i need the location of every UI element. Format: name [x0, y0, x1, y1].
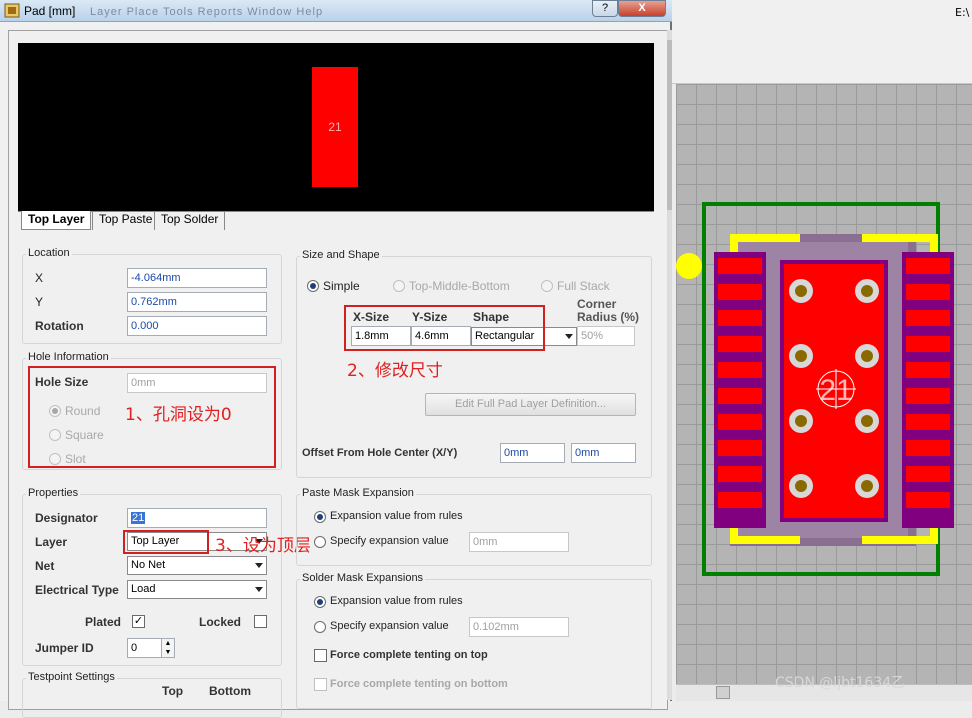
location-title: Location — [26, 247, 72, 259]
dialog-title: Pad [mm] — [24, 4, 76, 18]
hole-size-input[interactable]: 0mm — [127, 373, 267, 393]
full-stack-label: Full Stack — [557, 279, 610, 293]
top-middle-bottom-radio[interactable] — [393, 280, 405, 292]
properties-title: Properties — [26, 487, 81, 499]
preview-pad-shape: 21 — [312, 67, 358, 187]
solder-specify-label: Specify expansion value — [330, 620, 449, 632]
offset-label: Offset From Hole Center (X/Y) — [302, 447, 458, 459]
chevron-down-icon — [255, 563, 263, 568]
rotation-input[interactable]: 0.000 — [127, 316, 267, 336]
paste-mask-group — [296, 494, 652, 566]
round-label: Round — [65, 404, 101, 418]
y-input[interactable]: 0.762mm — [127, 292, 267, 312]
square-radio[interactable] — [49, 429, 61, 441]
round-radio[interactable] — [49, 405, 61, 417]
slot-label: Slot — [65, 452, 86, 466]
locked-checkbox[interactable] — [254, 615, 267, 628]
plated-label: Plated — [85, 615, 122, 629]
slot-radio[interactable] — [49, 453, 61, 465]
paste-from-rules-label: Expansion value from rules — [330, 510, 463, 522]
corner-radius-input[interactable]: 50% — [577, 326, 635, 346]
designator-value: 21 — [131, 512, 146, 524]
layer-label: Layer — [35, 535, 68, 549]
offset-x-input[interactable]: 0mm — [500, 443, 565, 463]
tent-top-label: Force complete tenting on top — [330, 649, 488, 661]
offset-y-input[interactable]: 0mm — [571, 443, 636, 463]
help-button[interactable]: ? — [592, 0, 618, 17]
background-menu-ghost: Layer Place Tools Reports Window Help — [90, 6, 324, 18]
hole-size-label: Hole Size — [35, 375, 89, 389]
tent-bottom-checkbox[interactable] — [314, 678, 327, 691]
x-label: X — [35, 271, 44, 285]
plated-checkbox[interactable]: ✓ — [132, 615, 145, 628]
jumper-spinner[interactable]: ▲ ▼ — [161, 638, 175, 658]
testpoint-title: Testpoint Settings — [26, 671, 117, 683]
paste-specify-input[interactable]: 0mm — [469, 532, 569, 552]
solder-specify-input[interactable]: 0.102mm — [469, 617, 569, 637]
y-label: Y — [35, 295, 44, 309]
full-stack-radio[interactable] — [541, 280, 553, 292]
annotation-box-size — [344, 305, 545, 351]
top-middle-bottom-label: Top-Middle-Bottom — [409, 279, 510, 293]
simple-radio[interactable] — [307, 280, 319, 292]
designator-label: Designator — [35, 511, 98, 525]
rotation-label: Rotation — [35, 319, 84, 333]
tab-top-solder[interactable]: Top Solder — [154, 211, 226, 230]
designator-input[interactable]: 21 — [127, 508, 267, 528]
simple-label: Simple — [323, 279, 360, 293]
radius-label: Radius (%) — [577, 310, 640, 324]
tent-bottom-label: Force complete tenting on bottom — [330, 678, 508, 690]
annotation-box-layer — [123, 530, 209, 554]
tent-top-checkbox[interactable] — [314, 649, 327, 662]
close-button[interactable]: X — [618, 0, 666, 17]
watermark: CSDN @ljbt1634乙 — [775, 675, 906, 691]
testpoint-bottom-label: Bottom — [209, 684, 251, 698]
x-input[interactable]: -4.064mm — [127, 268, 267, 288]
solder-from-rules-radio[interactable] — [314, 596, 326, 608]
tab-top-paste[interactable]: Top Paste — [92, 211, 158, 230]
hole-annotation: 1、孔洞设为0 — [125, 405, 232, 425]
electrical-type-value: Load — [131, 583, 156, 595]
solder-mask-title: Solder Mask Expansions — [300, 572, 426, 584]
square-label: Square — [65, 428, 104, 442]
paste-specify-label: Specify expansion value — [330, 535, 449, 547]
edit-full-pad-layer-button[interactable]: Edit Full Pad Layer Definition... — [425, 393, 636, 416]
jumper-id-label: Jumper ID — [35, 641, 94, 655]
editor-toolbar — [670, 0, 972, 84]
electrical-type-select[interactable]: Load — [127, 580, 267, 599]
size-shape-title: Size and Shape — [300, 249, 382, 261]
testpoint-top-label: Top — [162, 684, 184, 698]
path-text: E:\ — [955, 6, 970, 19]
tab-top-layer[interactable]: Top Layer — [21, 211, 92, 230]
paste-specify-radio[interactable] — [314, 536, 326, 548]
paste-mask-title: Paste Mask Expansion — [300, 487, 416, 499]
scroll-thumb[interactable] — [716, 686, 730, 699]
locked-label: Locked — [199, 615, 242, 629]
net-label: Net — [35, 559, 55, 573]
pad-app-icon — [4, 3, 20, 18]
solder-specify-radio[interactable] — [314, 621, 326, 633]
electrical-type-label: Electrical Type — [35, 583, 119, 597]
dialog-scroll-thumb[interactable] — [667, 40, 672, 210]
corner-label: Corner — [577, 297, 617, 311]
paste-from-rules-radio[interactable] — [314, 511, 326, 523]
pcb-footprint[interactable]: 21 — [676, 84, 972, 684]
size-annotation: 2、修改尺寸 — [347, 361, 443, 381]
chevron-down-icon — [255, 587, 263, 592]
pad-designator-label: 21 — [819, 374, 852, 407]
hole-info-title: Hole Information — [26, 351, 111, 363]
net-value: No Net — [131, 559, 166, 571]
solder-from-rules-label: Expansion value from rules — [330, 595, 463, 607]
net-select[interactable]: No Net — [127, 556, 267, 575]
jumper-id-input[interactable]: 0 — [127, 638, 163, 658]
pin1-marker — [676, 253, 702, 279]
chevron-down-icon — [565, 334, 573, 339]
